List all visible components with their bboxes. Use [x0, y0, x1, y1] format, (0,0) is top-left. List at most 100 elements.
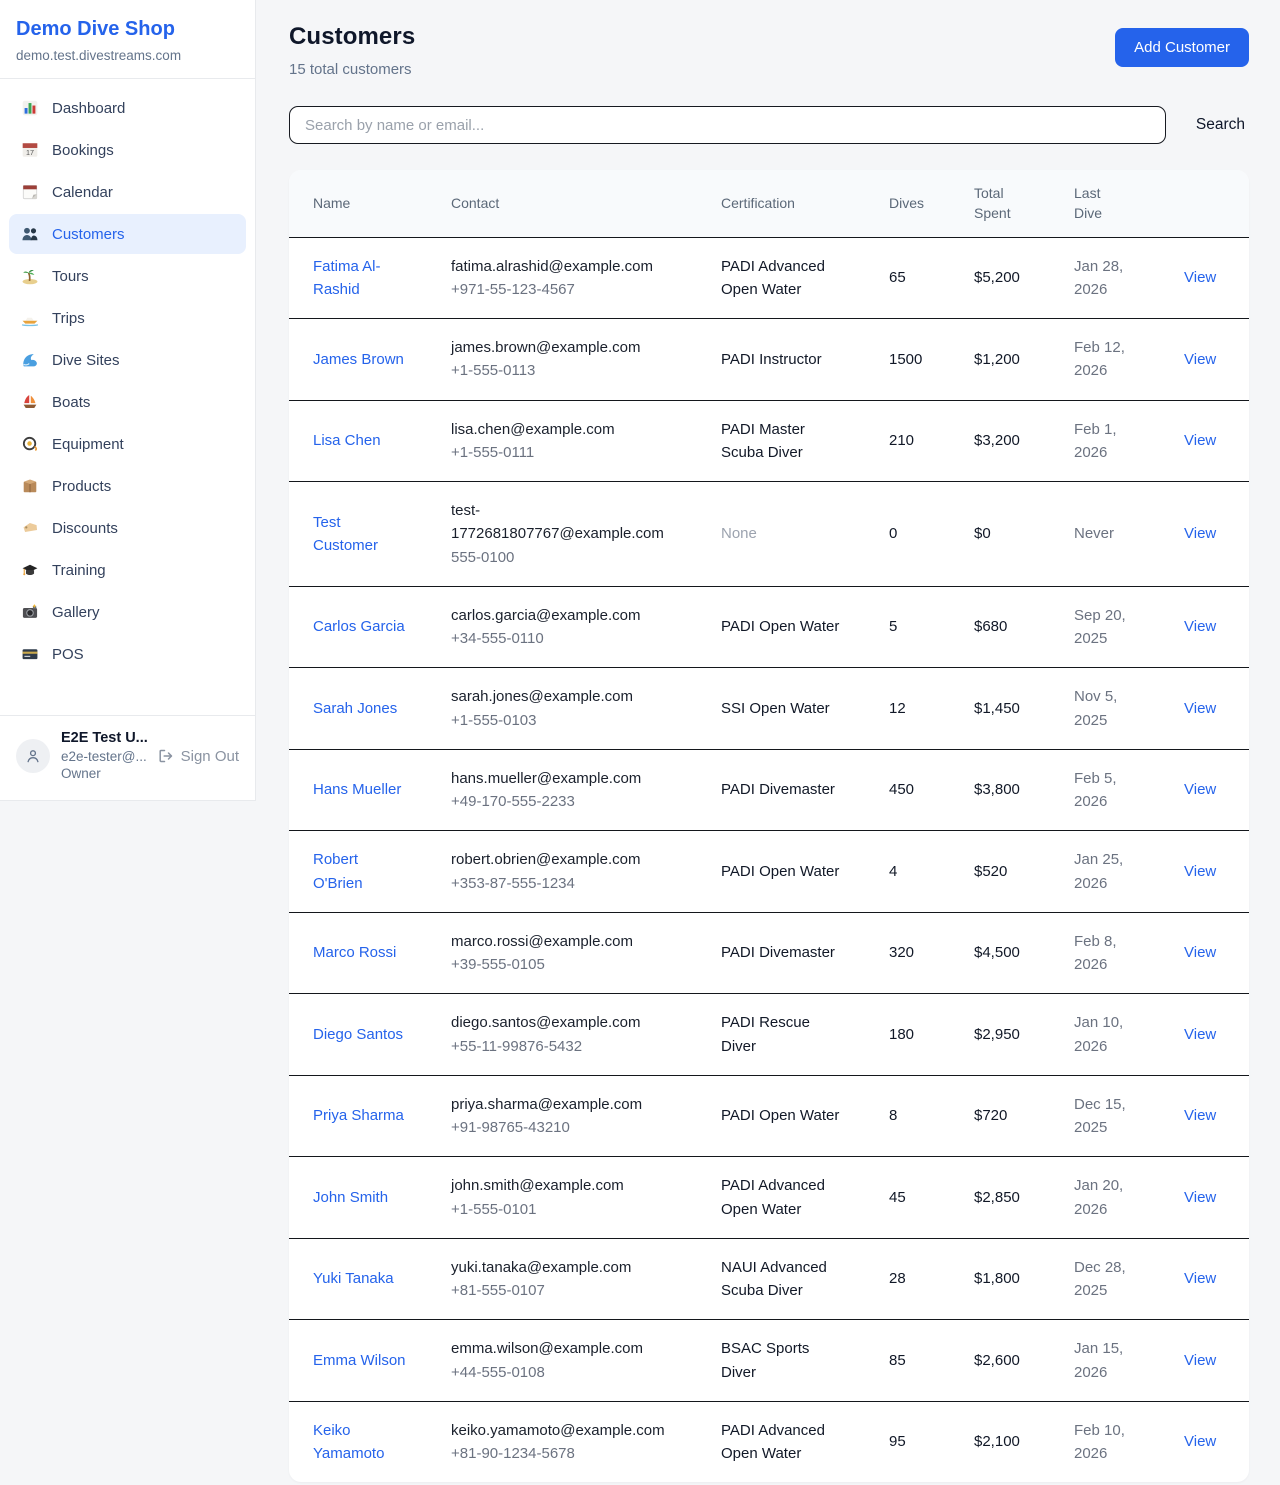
view-customer-link[interactable]: View	[1184, 269, 1216, 286]
user-role: Owner	[61, 765, 147, 783]
dive-sites-icon	[21, 351, 39, 369]
customer-certification: PADI Open Water	[721, 860, 839, 883]
customer-name-link[interactable]: Yuki Tanaka	[313, 1267, 394, 1290]
user-info: E2E Test U... e2e-tester@... Owner	[61, 729, 147, 783]
shop-name: Demo Dive Shop	[16, 18, 239, 41]
sidebar-item-trips[interactable]: Trips	[9, 298, 246, 338]
customer-total-spent: $1,200	[974, 351, 1020, 368]
view-customer-link[interactable]: View	[1184, 618, 1216, 635]
sidebar-item-boats[interactable]: Boats	[9, 382, 246, 422]
search-input[interactable]	[289, 106, 1166, 144]
customer-email: priya.sharma@example.com	[451, 1093, 683, 1116]
sidebar-item-dashboard[interactable]: Dashboard	[9, 88, 246, 128]
customer-dives: 4	[889, 863, 897, 880]
sign-out-button[interactable]: Sign Out	[158, 748, 239, 765]
view-customer-link[interactable]: View	[1184, 351, 1216, 368]
customer-email: john.smith@example.com	[451, 1174, 683, 1197]
view-customer-link[interactable]: View	[1184, 1352, 1216, 1369]
customer-total-spent: $1,800	[974, 1270, 1020, 1287]
table-row: Lisa Chen lisa.chen@example.com +1-555-0…	[289, 400, 1249, 482]
customer-name-link[interactable]: Lisa Chen	[313, 429, 381, 452]
view-customer-link[interactable]: View	[1184, 1026, 1216, 1043]
customer-name-link[interactable]: Fatima Al-Rashid	[313, 255, 406, 302]
pos-icon	[21, 645, 39, 663]
gallery-icon	[21, 603, 39, 621]
table-row: Keiko Yamamoto keiko.yamamoto@example.co…	[289, 1401, 1249, 1482]
customer-total-spent: $2,100	[974, 1433, 1020, 1450]
sidebar-item-dive-sites[interactable]: Dive Sites	[9, 340, 246, 380]
customer-name-link[interactable]: Hans Mueller	[313, 778, 401, 801]
products-icon	[21, 477, 39, 495]
customer-name-link[interactable]: Robert O'Brien	[313, 848, 406, 895]
customer-name-link[interactable]: Priya Sharma	[313, 1104, 404, 1127]
customer-name-link[interactable]: Keiko Yamamoto	[313, 1419, 406, 1466]
customer-name-link[interactable]: Sarah Jones	[313, 697, 397, 720]
sidebar-item-training[interactable]: Training	[9, 550, 246, 590]
column-header-certification: Certification	[709, 170, 877, 237]
view-customer-link[interactable]: View	[1184, 781, 1216, 798]
customer-name-link[interactable]: Emma Wilson	[313, 1349, 406, 1372]
customer-name-link[interactable]: Test Customer	[313, 511, 406, 558]
table-row: Yuki Tanaka yuki.tanaka@example.com +81-…	[289, 1238, 1249, 1320]
column-header-contact: Contact	[439, 170, 709, 237]
page-title: Customers	[289, 23, 415, 51]
customer-dives: 180	[889, 1026, 914, 1043]
view-customer-link[interactable]: View	[1184, 1107, 1216, 1124]
view-customer-link[interactable]: View	[1184, 1270, 1216, 1287]
table-row: Hans Mueller hans.mueller@example.com +4…	[289, 749, 1249, 831]
customer-dives: 8	[889, 1107, 897, 1124]
customer-name-link[interactable]: Marco Rossi	[313, 941, 396, 964]
customer-name-link[interactable]: John Smith	[313, 1186, 388, 1209]
view-customer-link[interactable]: View	[1184, 525, 1216, 542]
customer-certification: PADI Divemaster	[721, 941, 835, 964]
customer-last-dive: Jan 25, 2026	[1074, 848, 1132, 895]
add-customer-button[interactable]: Add Customer	[1115, 28, 1249, 67]
sidebar-item-calendar[interactable]: Calendar	[9, 172, 246, 212]
sidebar-item-discounts[interactable]: Discounts	[9, 508, 246, 548]
customer-last-dive: Sep 20, 2025	[1074, 604, 1132, 651]
sidebar-item-pos[interactable]: POS	[9, 634, 246, 674]
customer-email: carlos.garcia@example.com	[451, 604, 683, 627]
customer-phone: +91-98765-43210	[451, 1116, 697, 1139]
sidebar-item-equipment[interactable]: Equipment	[9, 424, 246, 464]
view-customer-link[interactable]: View	[1184, 944, 1216, 961]
sidebar-item-tours[interactable]: Tours	[9, 256, 246, 296]
customer-phone: +39-555-0105	[451, 953, 697, 976]
training-icon	[21, 561, 39, 579]
view-customer-link[interactable]: View	[1184, 700, 1216, 717]
customer-dives: 1500	[889, 351, 922, 368]
user-email: e2e-tester@...	[61, 748, 147, 766]
customer-dives: 320	[889, 944, 914, 961]
column-header-last-dive: Last Dive	[1062, 170, 1172, 237]
discounts-icon	[21, 519, 39, 537]
sidebar-item-bookings[interactable]: 17 Bookings	[9, 130, 246, 170]
view-customer-link[interactable]: View	[1184, 863, 1216, 880]
column-header-name: Name	[289, 170, 439, 237]
customer-phone: +34-555-0110	[451, 627, 697, 650]
customer-last-dive: Feb 10, 2026	[1074, 1419, 1132, 1466]
view-customer-link[interactable]: View	[1184, 1189, 1216, 1206]
sign-out-label: Sign Out	[181, 748, 239, 765]
avatar	[16, 739, 50, 773]
customer-name-link[interactable]: James Brown	[313, 348, 404, 371]
customer-certification: SSI Open Water	[721, 697, 830, 720]
customer-phone: +49-170-555-2233	[451, 790, 697, 813]
customer-email: fatima.alrashid@example.com	[451, 255, 683, 278]
sidebar-item-gallery[interactable]: Gallery	[9, 592, 246, 632]
view-customer-link[interactable]: View	[1184, 1433, 1216, 1450]
view-customer-link[interactable]: View	[1184, 432, 1216, 449]
sidebar-item-products[interactable]: Products	[9, 466, 246, 506]
customer-phone: +44-555-0108	[451, 1361, 697, 1384]
user-section: E2E Test U... e2e-tester@... Owner Sign …	[0, 715, 255, 800]
customer-name-link[interactable]: Carlos Garcia	[313, 615, 405, 638]
table-row: Sarah Jones sarah.jones@example.com +1-5…	[289, 668, 1249, 750]
sidebar-item-customers[interactable]: Customers	[9, 214, 246, 254]
customer-certification: None	[721, 522, 757, 545]
customer-email: hans.mueller@example.com	[451, 767, 683, 790]
customer-name-link[interactable]: Diego Santos	[313, 1023, 403, 1046]
customer-email: emma.wilson@example.com	[451, 1337, 683, 1360]
customer-total-spent: $2,600	[974, 1352, 1020, 1369]
customer-email: keiko.yamamoto@example.com	[451, 1419, 683, 1442]
search-button[interactable]: Search	[1192, 116, 1249, 134]
customer-last-dive: Jan 15, 2026	[1074, 1337, 1132, 1384]
